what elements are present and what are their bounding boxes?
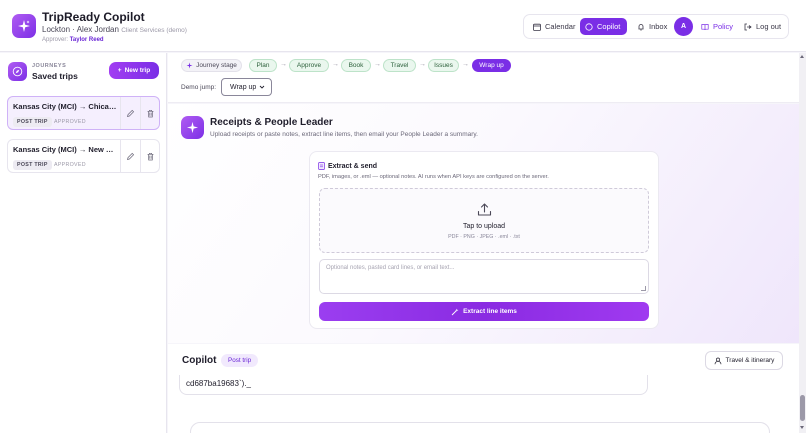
- stage-book[interactable]: Book: [341, 59, 371, 72]
- arrow-icon: →: [332, 61, 339, 68]
- arrow-icon: →: [374, 61, 381, 68]
- calendar-icon: [533, 23, 541, 31]
- extract-label: Extract line items: [463, 308, 517, 315]
- trip-name: Kansas City (MCI) → New York: [13, 145, 117, 154]
- stage-issues[interactable]: Issues: [428, 59, 459, 72]
- section-subtitle: Upload receipts or paste notes, extract …: [210, 131, 478, 138]
- user-avatar[interactable]: A: [674, 17, 693, 36]
- policy-button[interactable]: Policy: [696, 18, 738, 35]
- notes-textarea[interactable]: Optional notes, pasted card lines, or em…: [319, 259, 649, 294]
- chat-input[interactable]: [190, 422, 770, 433]
- trash-icon: [147, 152, 154, 160]
- user-context: Lockton · Alex Jordan Client Services (d…: [42, 25, 187, 34]
- extract-card: Extract & send PDF, images, or .eml — op…: [309, 151, 659, 329]
- edit-trip-button[interactable]: [120, 97, 140, 129]
- calendar-label: Calendar: [545, 22, 576, 31]
- upload-formats: PDF · PNG · JPEG · .eml · .txt: [448, 234, 520, 240]
- calendar-button[interactable]: Calendar: [528, 18, 580, 35]
- sparkle-logo-icon: [12, 14, 36, 38]
- trip-stage-tag: POST TRIP: [13, 117, 52, 127]
- upload-dropzone[interactable]: Tap to upload PDF · PNG · JPEG · .eml · …: [319, 188, 649, 253]
- book-icon: [701, 23, 709, 30]
- new-trip-button[interactable]: + New trip: [109, 62, 159, 79]
- arrow-icon: →: [462, 61, 469, 68]
- trip-card[interactable]: Kansas City (MCI) → Chicago POST TRIP AP…: [7, 96, 160, 130]
- receipts-section: Receipts & People Leader Upload receipts…: [168, 104, 799, 343]
- logout-icon: [744, 23, 752, 30]
- sidebar-title: Saved trips: [32, 71, 78, 81]
- journey-stage-chip: Journey stage: [181, 59, 242, 72]
- arrow-icon: →: [280, 61, 287, 68]
- magic-wand-icon: [451, 308, 459, 315]
- trash-icon: [147, 109, 154, 117]
- policy-label: Policy: [713, 22, 734, 31]
- chat-bubble-icon: [585, 22, 593, 31]
- app-header: TripReady Copilot Lockton · Alex Jordan …: [0, 0, 806, 52]
- demo-jump-select[interactable]: Wrap up: [221, 78, 272, 96]
- pencil-icon: [127, 109, 135, 117]
- user-icon: [714, 357, 721, 364]
- sidebar-kicker: JOURNEYS: [32, 63, 67, 69]
- trip-name: Kansas City (MCI) → Chicago: [13, 102, 117, 111]
- receipt-icon: [318, 162, 325, 170]
- extract-line-items-button[interactable]: Extract line items: [319, 302, 649, 321]
- inbox-label: Inbox: [649, 22, 668, 31]
- stage-travel[interactable]: Travel: [383, 59, 416, 72]
- copilot-label: Copilot: [597, 22, 621, 31]
- travel-itinerary-button[interactable]: Travel & itinerary: [705, 351, 783, 370]
- chat-message: cd687ba19683`)._: [179, 375, 648, 395]
- page-scrollbar[interactable]: [799, 53, 806, 433]
- sparkle-icon: [181, 116, 204, 139]
- card-title: Extract & send: [328, 163, 378, 170]
- travel-itinerary-label: Travel & itinerary: [725, 357, 775, 364]
- stage-plan[interactable]: Plan: [249, 59, 277, 72]
- scroll-up-arrow-icon[interactable]: [800, 55, 804, 58]
- top-nav: Calendar Copilot Inbox A Policy Log out: [523, 14, 789, 39]
- pencil-icon: [127, 152, 135, 160]
- arrow-icon: →: [419, 61, 426, 68]
- scroll-down-arrow-icon[interactable]: [800, 426, 804, 429]
- copilot-panel: Copilot Post trip Travel & itinerary cd6…: [168, 344, 799, 433]
- notes-placeholder: Optional notes, pasted card lines, or em…: [326, 265, 455, 271]
- card-subtitle: PDF, images, or .eml — optional notes. A…: [318, 174, 549, 180]
- stage-approve[interactable]: Approve: [289, 59, 329, 72]
- section-title: Receipts & People Leader: [210, 117, 333, 128]
- trip-status: APPROVED: [54, 162, 86, 168]
- approver-line: Approver: Taylor Reed: [42, 37, 104, 43]
- app-title: TripReady Copilot: [42, 10, 145, 24]
- logout-button[interactable]: Log out: [739, 18, 786, 35]
- upload-title: Tap to upload: [462, 223, 506, 230]
- stage-wrap-up[interactable]: Wrap up: [472, 59, 511, 72]
- delete-trip-button[interactable]: [140, 140, 160, 172]
- trip-card[interactable]: Kansas City (MCI) → New York POST TRIP A…: [7, 139, 160, 173]
- copilot-button[interactable]: Copilot: [580, 18, 627, 35]
- upload-icon: [477, 203, 492, 216]
- inbox-button[interactable]: Inbox: [632, 18, 672, 35]
- new-trip-label: New trip: [124, 67, 151, 74]
- scrollbar-thumb[interactable]: [800, 395, 805, 421]
- department: Client Services (demo): [121, 27, 187, 34]
- copilot-stage-tag: Post trip: [221, 354, 259, 367]
- resize-handle[interactable]: [641, 286, 646, 291]
- journey-stage-label: Journey stage: [196, 62, 237, 69]
- plus-icon: +: [117, 67, 122, 74]
- approver-label: Approver:: [42, 37, 69, 43]
- trip-status: APPROVED: [54, 119, 86, 125]
- trips-sidebar: JOURNEYS Saved trips + New trip Kansas C…: [0, 53, 167, 433]
- demo-jump-label: Demo jump:: [181, 84, 217, 91]
- demo-jump-value: Wrap up: [230, 83, 257, 91]
- compass-icon: [8, 62, 27, 81]
- trip-stage-tag: POST TRIP: [13, 160, 52, 170]
- logout-label: Log out: [756, 22, 782, 31]
- user-name: Alex Jordan: [76, 25, 119, 34]
- delete-trip-button[interactable]: [140, 97, 160, 129]
- journey-stage-bar: Journey stage Plan → Approve → Book → Tr…: [168, 53, 806, 103]
- sparkle-icon: [186, 62, 193, 69]
- org-name: Lockton: [42, 25, 71, 34]
- bell-icon: [638, 23, 644, 30]
- approver-name: Taylor Reed: [69, 37, 104, 43]
- edit-trip-button[interactable]: [120, 140, 140, 172]
- copilot-title: Copilot: [182, 355, 217, 366]
- chevron-down-icon: [259, 85, 265, 89]
